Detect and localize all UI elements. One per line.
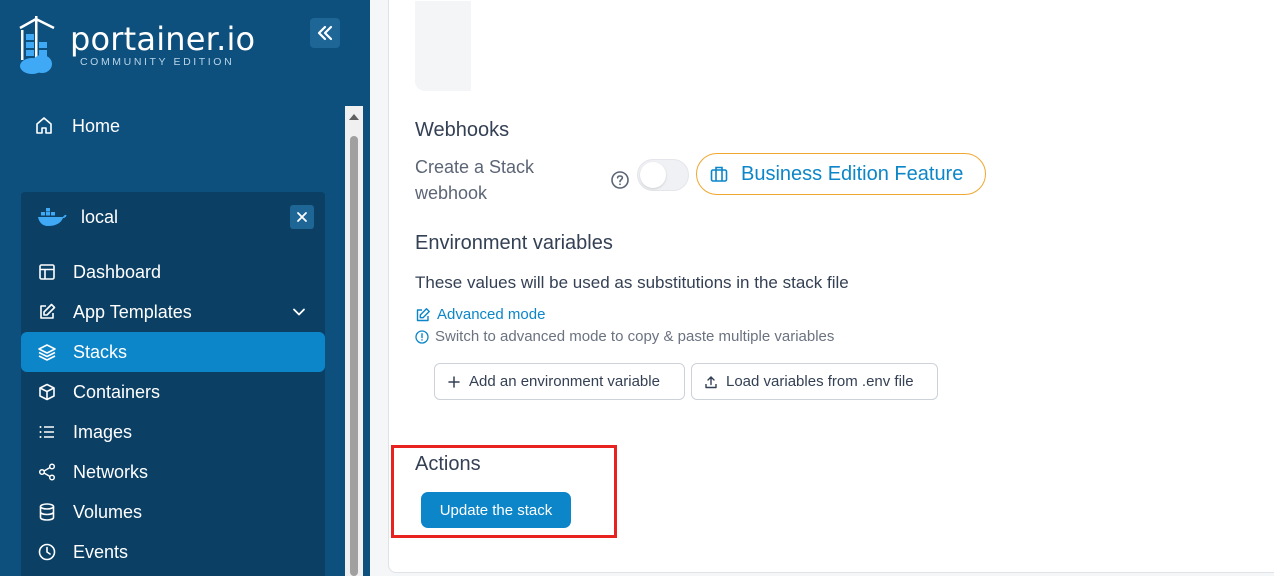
sidebar-item-home[interactable]: Home	[32, 110, 332, 142]
sidebar-item-label: Events	[73, 541, 129, 562]
scroll-up-arrow-icon[interactable]	[349, 114, 359, 120]
edit-icon	[416, 307, 430, 321]
sidebar-item-app-templates[interactable]: App Templates	[21, 292, 325, 332]
edit-icon	[40, 303, 56, 319]
webhook-toggle[interactable]	[637, 159, 689, 191]
add-env-variable-button[interactable]: Add an environment variable	[434, 363, 685, 400]
home-icon	[36, 117, 52, 134]
sidebar-item-label: Home	[72, 115, 121, 136]
hint-text: Switch to advanced mode to copy & paste …	[435, 328, 835, 345]
sidebar-item-label: Volumes	[73, 501, 143, 522]
question-circle-icon[interactable]	[610, 170, 630, 190]
clock-icon	[38, 543, 56, 561]
upload-icon	[705, 375, 717, 388]
advanced-mode-label: Advanced mode	[437, 306, 546, 323]
share-icon	[38, 463, 56, 481]
webhook-label-line1: Create a Stack	[415, 157, 535, 177]
database-icon	[39, 503, 55, 521]
toggle-knob	[640, 162, 666, 188]
button-label: Load variables from .env file	[726, 373, 914, 390]
briefcase-icon	[710, 166, 728, 182]
environment-header[interactable]: local	[37, 206, 118, 228]
docker-icon	[38, 208, 67, 226]
info-circle-icon	[415, 329, 429, 344]
environment-close-button[interactable]	[290, 205, 314, 229]
sidebar-item-stacks[interactable]: Stacks	[21, 332, 325, 372]
close-icon	[297, 212, 307, 222]
editor-area[interactable]	[415, 1, 471, 91]
sidebar: portainer.io COMMUNITY EDITION Home loca…	[0, 0, 370, 576]
dashboard-icon	[39, 264, 55, 280]
webhook-label-line2: webhook	[415, 183, 488, 203]
portainer-logo-icon	[19, 16, 55, 74]
plus-icon	[448, 375, 460, 388]
advanced-mode-hint: Switch to advanced mode to copy & paste …	[415, 328, 834, 345]
environment-panel: local Dashboard App Templates Stacks Con…	[21, 192, 325, 576]
badge-label: Business Edition Feature	[741, 162, 964, 185]
sidebar-item-images[interactable]: Images	[21, 412, 325, 452]
scrollbar-thumb[interactable]	[350, 136, 358, 576]
environment-name: local	[81, 206, 119, 227]
layers-icon	[38, 344, 56, 361]
sidebar-item-label: Stacks	[73, 341, 128, 362]
double-chevron-left-icon	[317, 25, 333, 41]
load-env-file-button[interactable]: Load variables from .env file	[691, 363, 938, 400]
business-edition-badge[interactable]: Business Edition Feature	[696, 153, 986, 195]
sidebar-item-label: Dashboard	[73, 261, 162, 282]
highlight-annotation	[391, 445, 617, 538]
sidebar-scrollbar[interactable]	[345, 106, 363, 576]
sidebar-item-label: App Templates	[73, 301, 192, 322]
brand-edition: COMMUNITY EDITION	[80, 56, 235, 68]
chevron-down-icon[interactable]	[291, 304, 307, 320]
collapse-sidebar-button[interactable]	[310, 18, 340, 48]
sidebar-item-label: Networks	[73, 461, 149, 482]
sidebar-item-label: Images	[73, 421, 133, 442]
box-icon	[39, 383, 55, 401]
sidebar-item-volumes[interactable]: Volumes	[21, 492, 325, 532]
sidebar-item-dashboard[interactable]: Dashboard	[21, 252, 325, 292]
sidebar-item-events[interactable]: Events	[21, 532, 325, 572]
advanced-mode-link[interactable]: Advanced mode	[415, 306, 545, 323]
portainer-logo[interactable]: portainer.io COMMUNITY EDITION	[18, 16, 278, 80]
list-icon	[39, 426, 54, 438]
sidebar-item-containers[interactable]: Containers	[21, 372, 325, 412]
sidebar-item-label: Containers	[73, 381, 161, 402]
webhooks-title: Webhooks	[415, 119, 510, 141]
env-vars-description: These values will be used as substitutio…	[415, 273, 849, 292]
brand-name: portainer.io	[70, 20, 256, 58]
env-vars-title: Environment variables	[415, 232, 613, 254]
button-label: Add an environment variable	[469, 373, 660, 390]
sidebar-item-networks[interactable]: Networks	[21, 452, 325, 492]
